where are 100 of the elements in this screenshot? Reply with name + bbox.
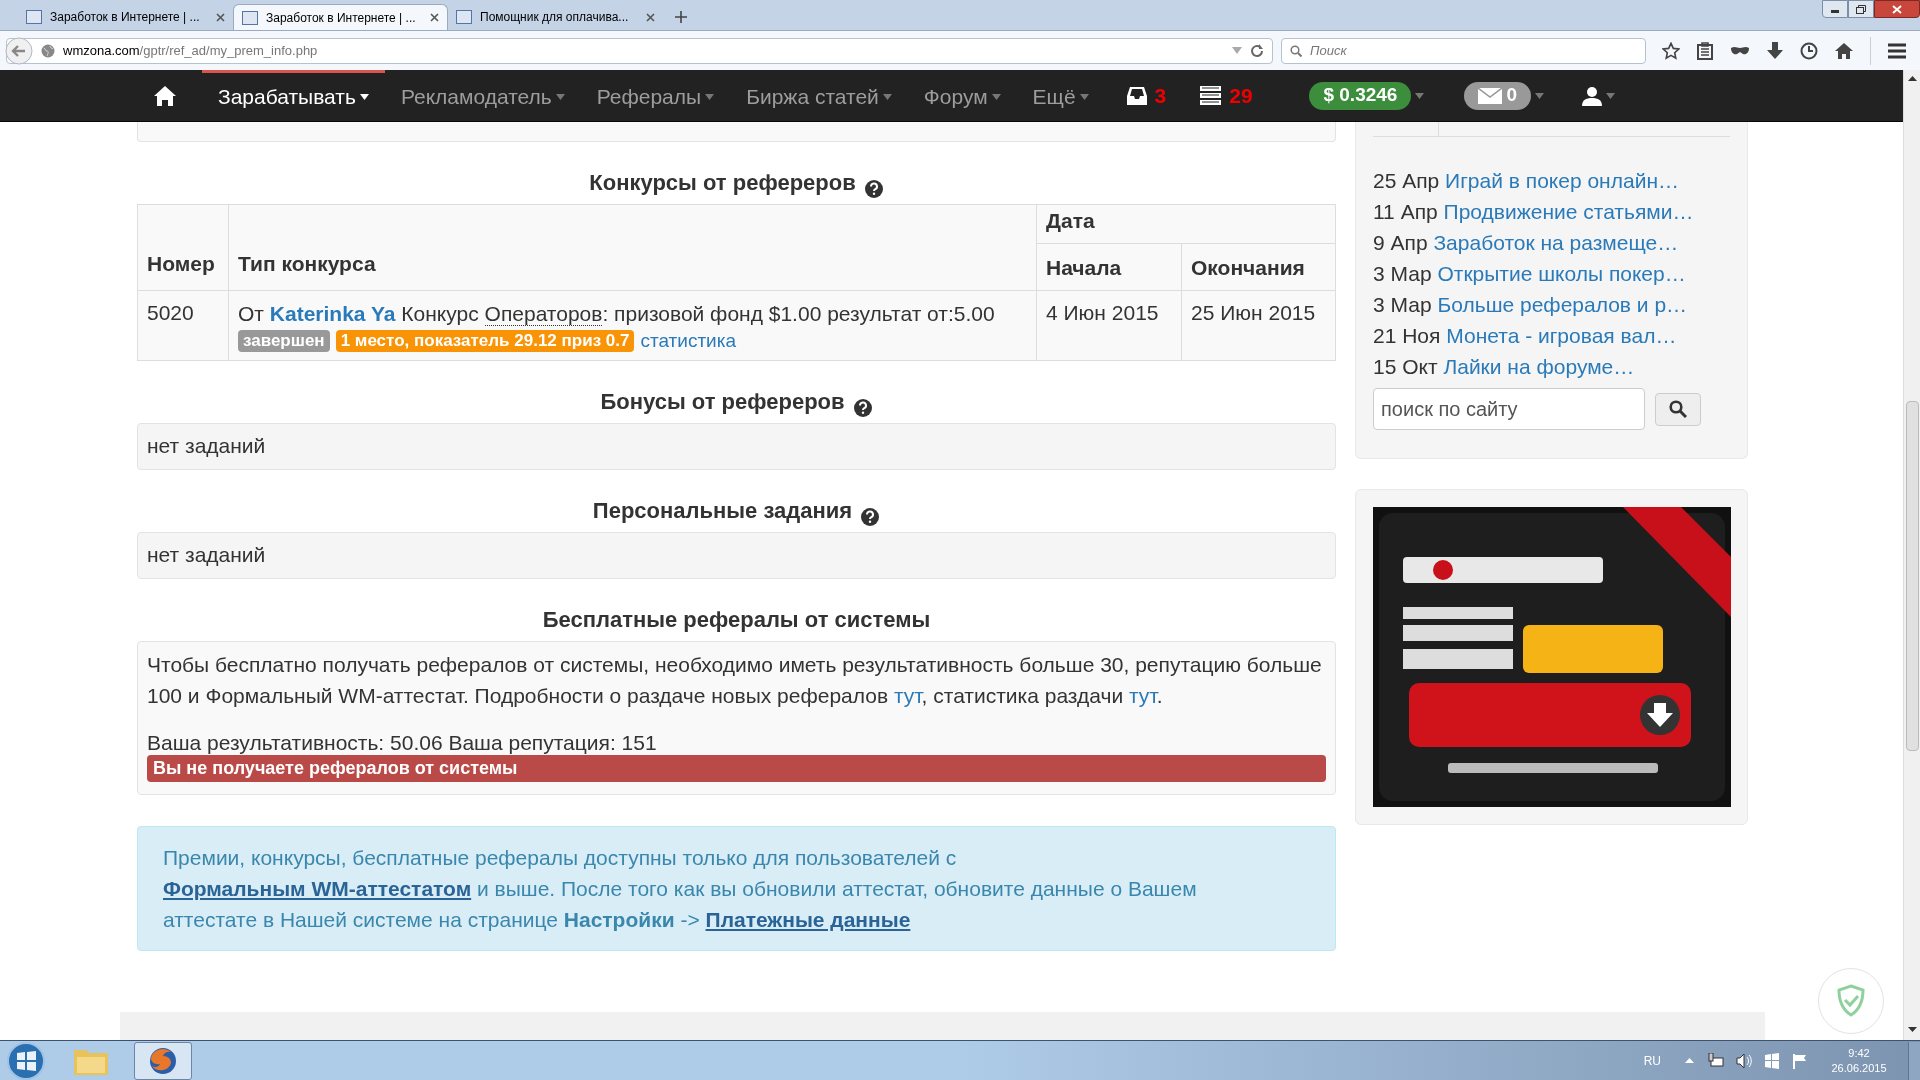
news-date: 25 Апр bbox=[1373, 169, 1440, 192]
reload-icon[interactable] bbox=[1250, 43, 1264, 58]
messages-badge[interactable]: 0 bbox=[1464, 81, 1531, 110]
help-icon[interactable] bbox=[852, 397, 873, 418]
browser-tab[interactable]: Помощник для оплачива... bbox=[448, 4, 663, 30]
taskbar-firefox-button[interactable] bbox=[134, 1041, 192, 1080]
section-title: Персональные задания bbox=[592, 496, 853, 525]
close-window-button[interactable] bbox=[1874, 0, 1920, 18]
language-indicator[interactable]: RU bbox=[1643, 1051, 1661, 1070]
start-button-icon[interactable] bbox=[6, 1040, 46, 1080]
clipboard-icon[interactable] bbox=[1697, 41, 1713, 60]
news-date: 15 Окт bbox=[1373, 355, 1438, 378]
star-icon[interactable] bbox=[1662, 41, 1680, 60]
news-date: 21 Ноя bbox=[1373, 324, 1441, 347]
site-favicon-icon bbox=[456, 10, 472, 24]
table-cell: : призовой фонд $1.00 результат от:5.00 bbox=[602, 301, 995, 325]
list-icon bbox=[1200, 86, 1222, 105]
search-button[interactable] bbox=[1655, 392, 1701, 426]
close-icon[interactable] bbox=[430, 13, 439, 22]
balance-badge[interactable]: $ 0.3246 bbox=[1309, 81, 1412, 110]
clock[interactable]: 9:42 26.06.2015 bbox=[1828, 1045, 1890, 1076]
news-link[interactable]: Больше рефералов и р… bbox=[1437, 293, 1688, 316]
caret-icon bbox=[555, 94, 565, 100]
search-field[interactable]: Поиск bbox=[1281, 37, 1646, 64]
column-header: Номер bbox=[147, 252, 215, 275]
back-icon[interactable] bbox=[5, 36, 33, 65]
caret-icon bbox=[1535, 92, 1544, 99]
nav-menu-item[interactable]: Ещё bbox=[1016, 70, 1105, 121]
new-tab-icon[interactable] bbox=[675, 11, 687, 23]
flag-icon[interactable] bbox=[1792, 1052, 1808, 1069]
news-link[interactable]: Заработок на размеще… bbox=[1433, 231, 1679, 254]
browser-tab[interactable]: Заработок в Интернете | ... bbox=[233, 4, 448, 30]
close-icon[interactable] bbox=[646, 12, 655, 22]
caret-icon bbox=[359, 94, 369, 100]
column-header: Начала bbox=[1046, 256, 1122, 279]
text-link[interactable]: тут bbox=[1129, 683, 1157, 707]
nav-menu-item[interactable]: Рекламодатель bbox=[384, 70, 581, 121]
status-label: 1 место, показатель 29.12 приз 0.7 bbox=[335, 329, 635, 352]
nav-menu-item[interactable]: Биржа статей bbox=[730, 70, 908, 121]
fox-globe-icon bbox=[148, 1045, 178, 1076]
news-link[interactable]: Монета - игровая вал… bbox=[1446, 324, 1677, 347]
home-icon[interactable] bbox=[1835, 42, 1853, 59]
tasks-link[interactable]: 29 bbox=[1200, 79, 1253, 112]
info-text: Премии, конкурсы, бесплатные рефералы доступны только для пользователей с Формальным WM-аттестатом и выше. После того как вы обновили аттестат, обновите данные о Вашем аттестате в Нашей системе на странице Настройки -> Платежные данные bbox=[163, 844, 1198, 933]
nav-menu-item[interactable]: Форум bbox=[907, 70, 1017, 121]
mask-icon[interactable] bbox=[1730, 45, 1750, 56]
scroll-up-icon[interactable] bbox=[1907, 76, 1917, 81]
table-cell: Конкурс bbox=[401, 301, 479, 325]
up-arrow-icon[interactable] bbox=[1685, 1058, 1694, 1063]
news-link[interactable]: Играй в покер онлайн… bbox=[1445, 169, 1679, 192]
url-field[interactable]: wmzona.com/gptr/ref_ad/my_prem_info.php bbox=[6, 37, 1273, 64]
download-icon[interactable] bbox=[1767, 41, 1783, 60]
windows-logo-icon[interactable] bbox=[1764, 1052, 1780, 1069]
text-link[interactable]: Платежные данные bbox=[705, 907, 911, 931]
network-icon[interactable] bbox=[1708, 1052, 1724, 1069]
maximize-button[interactable] bbox=[1848, 0, 1874, 18]
news-link[interactable]: Открытие школы покер… bbox=[1437, 262, 1686, 285]
browser-tab[interactable]: Заработок в Интернете | ... bbox=[18, 4, 233, 30]
nav-menu-item[interactable]: Рефералы bbox=[580, 70, 731, 121]
status-label: завершен bbox=[238, 329, 330, 352]
contest-link[interactable]: Операторов bbox=[484, 301, 603, 326]
user-icon[interactable] bbox=[1582, 85, 1602, 106]
news-link[interactable]: Лайки на форуме… bbox=[1443, 355, 1635, 378]
caret-icon bbox=[1415, 92, 1425, 99]
caret-icon bbox=[1606, 92, 1615, 99]
menu-icon[interactable] bbox=[1888, 42, 1906, 59]
clock-icon[interactable] bbox=[1800, 41, 1818, 60]
table-cell: 4 Июн 2015 bbox=[1046, 300, 1159, 324]
minimize-button[interactable] bbox=[1822, 0, 1848, 18]
inbox-link[interactable]: 3 bbox=[1126, 79, 1167, 112]
help-icon[interactable] bbox=[863, 179, 884, 199]
globe-icon bbox=[41, 43, 55, 58]
news-date: 3 Мар bbox=[1373, 262, 1432, 285]
empty-message: нет заданий bbox=[147, 542, 266, 569]
column-header: Окончания bbox=[1191, 256, 1305, 279]
section-title: Бесплатные рефералы от системы bbox=[542, 605, 931, 634]
author-link[interactable]: Katerinka Ya bbox=[269, 301, 396, 325]
speaker-icon[interactable] bbox=[1736, 1052, 1752, 1069]
table-cell: 25 Июн 2015 bbox=[1191, 300, 1316, 324]
news-link[interactable]: Продвижение статьями… bbox=[1443, 200, 1694, 223]
text-link[interactable]: Формальным WM-аттестатом bbox=[163, 876, 472, 900]
site-favicon-icon bbox=[26, 10, 42, 24]
minimize-icon bbox=[1831, 10, 1839, 13]
news-date: 3 Мар bbox=[1373, 293, 1432, 316]
table-cell: 5020 bbox=[147, 300, 194, 324]
scrollbar-thumb[interactable] bbox=[1905, 401, 1919, 751]
caret-icon bbox=[991, 94, 1001, 100]
close-icon bbox=[1892, 4, 1902, 14]
paragraph: Чтобы бесплатно получать рефералов от системы, необходимо иметь результативность больше 30, репутацию больше 100 и Формальный WM-аттестат. Подробности о раздаче новых рефералов тут, статистика раздачи тут. bbox=[147, 651, 1323, 709]
text-link[interactable]: тут bbox=[893, 683, 922, 707]
home-icon[interactable] bbox=[153, 84, 177, 107]
help-icon[interactable] bbox=[860, 506, 881, 527]
url-text: wmzona.com/gptr/ref_ad/my_prem_info.php bbox=[63, 41, 319, 60]
site-search-field[interactable]: поиск по сайту bbox=[1373, 388, 1645, 430]
close-icon[interactable] bbox=[216, 12, 225, 22]
stats-text: Ваша результативность: 50.06 Ваша репутация: 151 bbox=[147, 729, 658, 755]
scroll-down-icon[interactable] bbox=[1907, 1027, 1917, 1032]
inbox-icon bbox=[1126, 85, 1147, 106]
news-date: 9 Апр bbox=[1373, 231, 1428, 254]
statistics-link[interactable]: статистика bbox=[640, 327, 737, 354]
